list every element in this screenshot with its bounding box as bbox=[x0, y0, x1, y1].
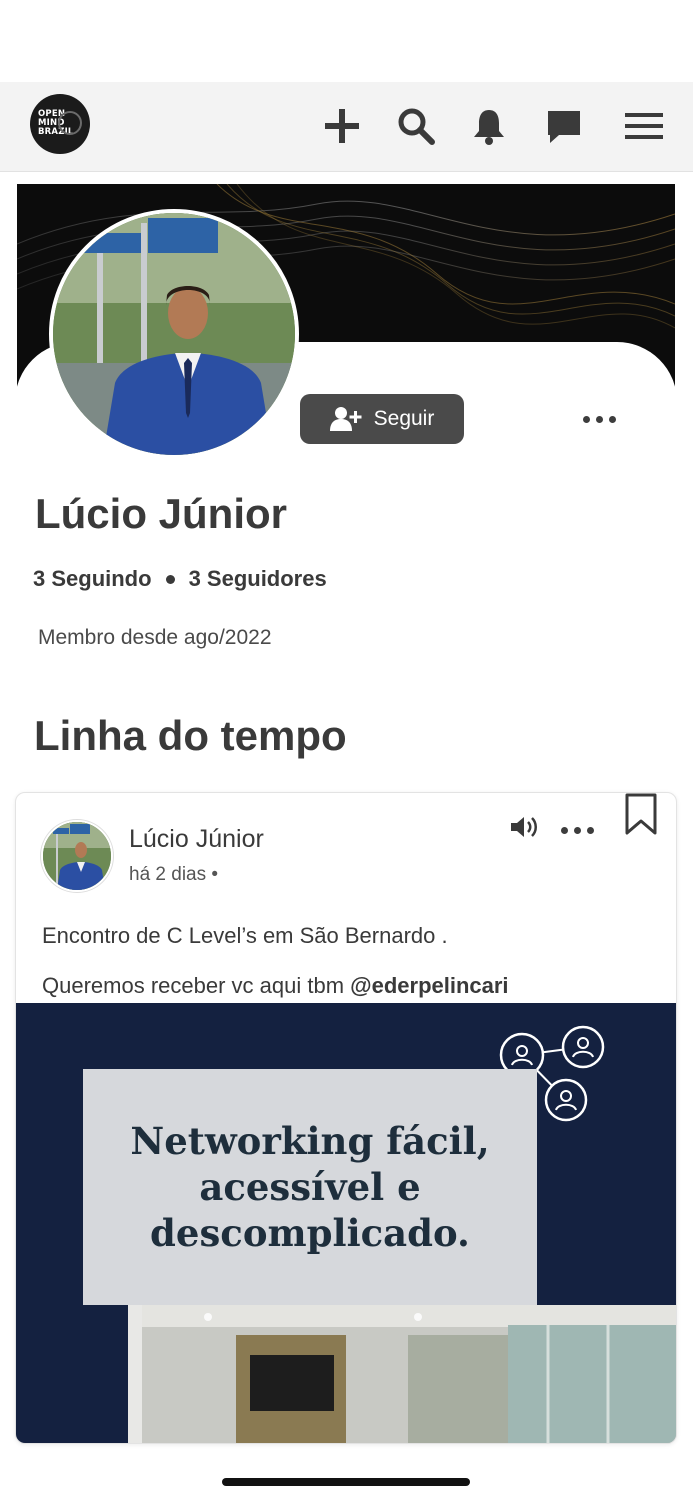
post-timestamp: há 2 dias • bbox=[129, 864, 219, 885]
member-since: Membro desde ago/2022 bbox=[38, 626, 272, 649]
meeting-room-illustration bbox=[128, 1305, 676, 1443]
timeline-post: Lúcio Júnior há 2 dias • Encontro de C L… bbox=[15, 792, 677, 1444]
follow-stats: 3 Seguindo 3 Seguidores bbox=[33, 566, 327, 592]
notifications-button[interactable] bbox=[469, 106, 509, 146]
home-indicator[interactable] bbox=[222, 1478, 470, 1486]
save-post-button[interactable] bbox=[624, 793, 658, 835]
main-menu-button[interactable] bbox=[624, 106, 664, 146]
meeting-room-photo bbox=[128, 1305, 676, 1443]
post-author-name[interactable]: Lúcio Júnior bbox=[129, 825, 264, 854]
post-author-photo bbox=[43, 822, 111, 890]
top-navigation-bar: OPEN MIND BRAZIL bbox=[0, 82, 693, 172]
open-mind-brazil-logo[interactable]: OPEN MIND BRAZIL bbox=[30, 94, 90, 154]
more-dot-icon bbox=[574, 827, 581, 834]
more-dot-icon bbox=[583, 416, 590, 423]
post-text-line-2: Queremos receber vc aqui tbm @ederpelinc… bbox=[42, 973, 509, 999]
separator-dot bbox=[165, 574, 175, 584]
messages-button[interactable] bbox=[544, 106, 584, 146]
search-button[interactable] bbox=[396, 106, 436, 146]
chat-icon bbox=[548, 111, 580, 143]
more-dot-icon bbox=[609, 416, 616, 423]
followers-count-link[interactable]: 3 Seguidores bbox=[189, 566, 327, 592]
image-headline: Networking fácil, acessível e descomplicad… bbox=[130, 1119, 490, 1255]
post-more-options-button[interactable] bbox=[561, 827, 594, 834]
user-mention-link[interactable]: @ederpelincari bbox=[350, 973, 508, 998]
logo-brain-icon bbox=[58, 111, 82, 135]
speaker-icon bbox=[511, 817, 537, 837]
add-user-icon bbox=[329, 407, 362, 431]
plus-icon bbox=[325, 109, 359, 143]
bell-icon bbox=[474, 110, 504, 145]
follow-button[interactable]: Seguir bbox=[300, 394, 464, 444]
more-dot-icon bbox=[596, 416, 603, 423]
profile-avatar[interactable] bbox=[49, 209, 299, 459]
follow-button-label: Seguir bbox=[373, 407, 435, 430]
profile-photo bbox=[53, 213, 295, 455]
post-author-avatar[interactable] bbox=[41, 820, 113, 892]
post-text-prefix: Queremos receber vc aqui tbm bbox=[42, 973, 351, 998]
create-post-button[interactable] bbox=[322, 106, 362, 146]
post-image[interactable]: Networking fácil, acessível e descomplicad… bbox=[16, 1003, 676, 1443]
more-dot-icon bbox=[587, 827, 594, 834]
read-aloud-button[interactable] bbox=[509, 813, 541, 841]
search-icon bbox=[398, 108, 435, 145]
profile-more-options-button[interactable] bbox=[583, 416, 616, 423]
image-headline-box: Networking fácil, acessível e descomplicad… bbox=[83, 1069, 537, 1305]
profile-name: Lúcio Júnior bbox=[35, 490, 287, 537]
post-text-line-1: Encontro de C Level’s em São Bernardo . bbox=[42, 923, 448, 948]
menu-icon bbox=[625, 113, 663, 139]
bookmark-icon bbox=[625, 793, 657, 835]
timeline-title: Linha do tempo bbox=[34, 712, 347, 759]
following-count-link[interactable]: 3 Seguindo bbox=[33, 566, 152, 592]
more-dot-icon bbox=[561, 827, 568, 834]
